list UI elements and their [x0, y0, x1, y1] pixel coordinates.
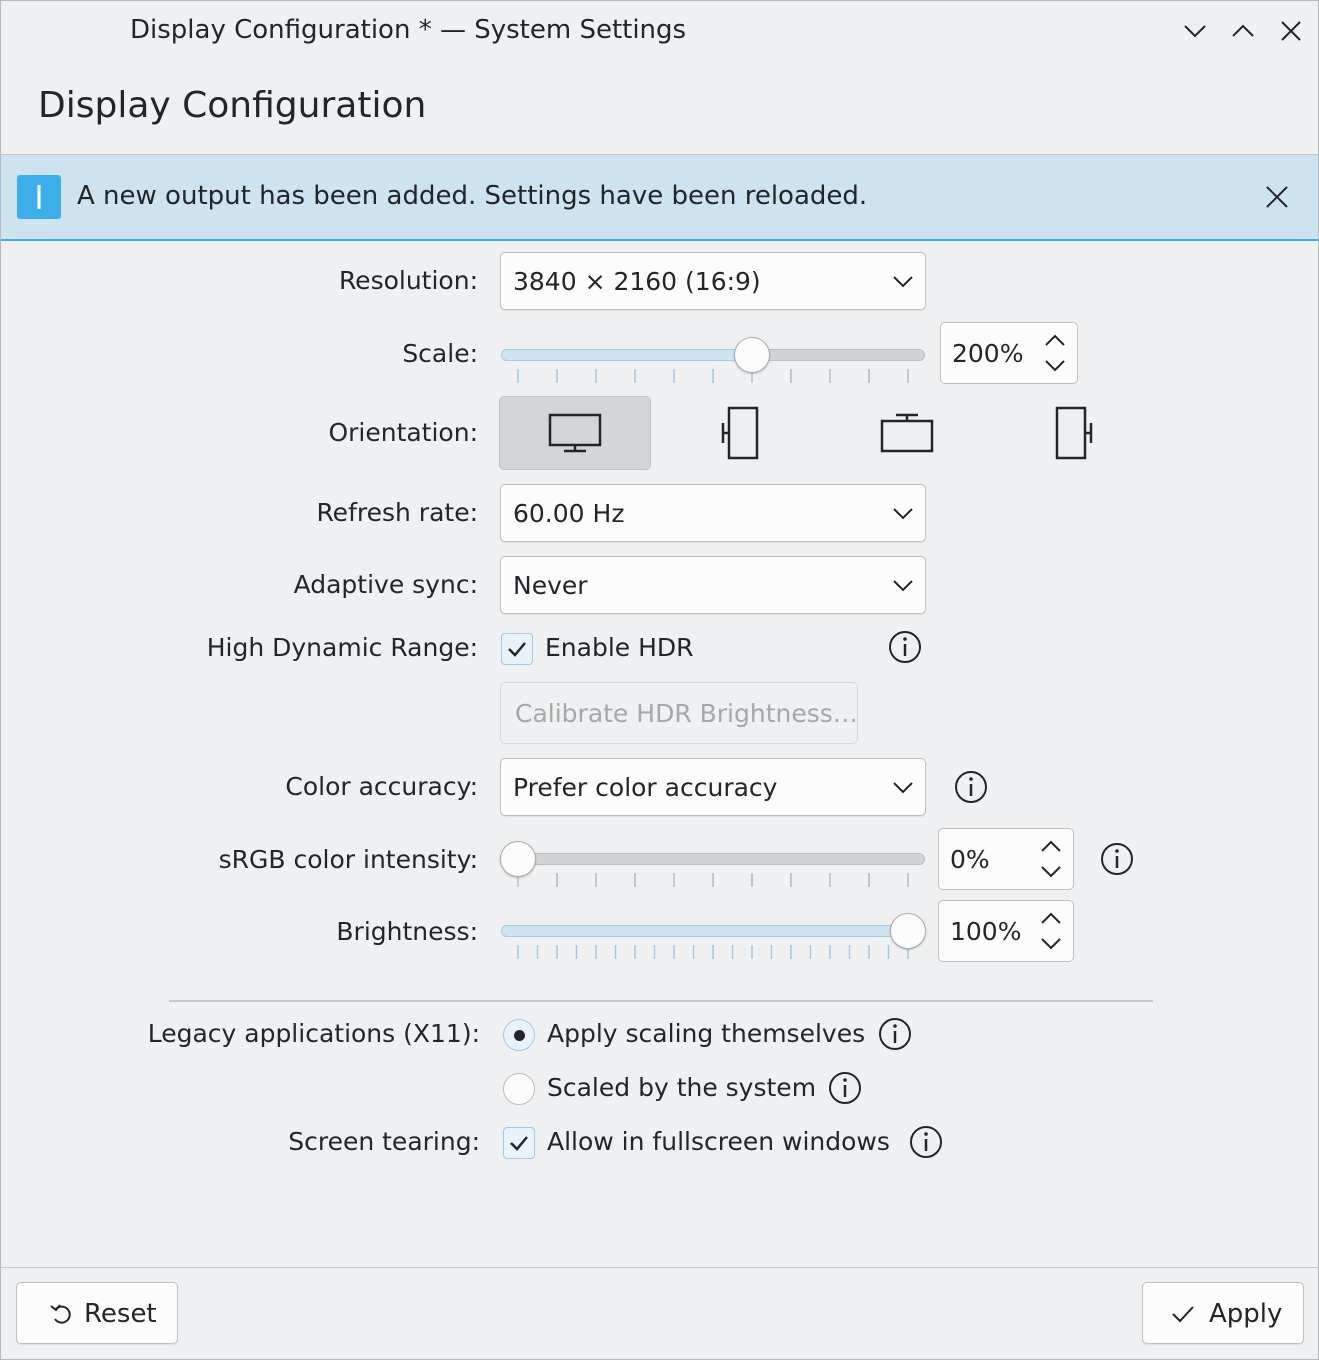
scale-slider[interactable]: [501, 331, 925, 383]
adaptive-sync-combobox[interactable]: Never: [500, 556, 926, 614]
spin-arrows-icon[interactable]: [1037, 909, 1065, 953]
close-icon: [1266, 186, 1288, 208]
adaptive-sync-value: Never: [513, 571, 588, 600]
undo-icon: [50, 1304, 71, 1324]
spin-arrows-icon[interactable]: [1041, 331, 1069, 375]
allow-tearing-label[interactable]: Allow in fullscreen windows: [547, 1127, 890, 1156]
system-settings-window: Display Configuration * — System Setting…: [0, 0, 1319, 1360]
refresh-rate-combobox[interactable]: 60.00 Hz: [500, 484, 926, 542]
slider-handle[interactable]: [500, 841, 536, 877]
section-separator: [169, 1000, 1153, 1002]
scale-label: Scale:: [402, 339, 478, 368]
monitor-portrait-right-icon: [1055, 406, 1093, 460]
monitor-landscape-icon: [548, 413, 602, 453]
allow-tearing-checkbox[interactable]: [503, 1127, 535, 1159]
scaled-by-system-radio[interactable]: [503, 1073, 535, 1105]
srgb-intensity-value: 0%: [950, 845, 990, 874]
screen-tearing-label: Screen tearing:: [288, 1127, 480, 1156]
slider-handle[interactable]: [890, 913, 926, 949]
slider-groove: [501, 853, 925, 865]
reset-button[interactable]: Reset: [16, 1282, 178, 1344]
scale-spinbox[interactable]: 200%: [940, 322, 1078, 384]
banner-message: A new output has been added. Settings ha…: [77, 181, 868, 211]
spin-arrows-icon[interactable]: [1037, 837, 1065, 881]
minimize-icon: [1184, 25, 1206, 38]
brightness-value: 100%: [950, 917, 1022, 946]
slider-ticks: [517, 369, 909, 383]
refresh-rate-value: 60.00 Hz: [513, 499, 625, 528]
window-title: Display Configuration * — System Setting…: [130, 15, 687, 45]
slider-ticks: [517, 873, 909, 887]
color-accuracy-info-icon[interactable]: [954, 770, 988, 804]
enable-hdr-label[interactable]: Enable HDR: [545, 633, 694, 662]
info-banner: A new output has been added. Settings ha…: [1, 155, 1318, 241]
hdr-info-icon[interactable]: [888, 630, 922, 664]
calibrate-hdr-button[interactable]: Calibrate HDR Brightness…: [500, 682, 858, 744]
legacy-apps-label: Legacy applications (X11):: [147, 1019, 480, 1048]
maximize-button[interactable]: [1227, 15, 1259, 47]
chevron-down-icon: [889, 773, 917, 801]
chevron-down-icon: [889, 267, 917, 295]
brightness-slider[interactable]: [501, 907, 926, 959]
resolution-combobox[interactable]: 3840 × 2160 (16:9): [500, 252, 926, 310]
chevron-down-icon: [889, 499, 917, 527]
resolution-label: Resolution:: [338, 266, 478, 295]
info-icon: [17, 175, 61, 219]
slider-fill: [501, 349, 752, 361]
apply-scaling-themselves-radio[interactable]: [503, 1019, 535, 1051]
radio-dot: [514, 1030, 525, 1041]
brightness-label: Brightness:: [336, 917, 478, 946]
close-icon: [1281, 21, 1301, 41]
scaled-by-system-info-icon[interactable]: [828, 1071, 862, 1105]
monitor-flipped-icon: [880, 413, 934, 453]
hdr-label: High Dynamic Range:: [206, 633, 478, 662]
srgb-intensity-slider[interactable]: [500, 835, 925, 887]
minimize-button[interactable]: [1179, 15, 1211, 47]
footer-bar: Reset Apply: [1, 1267, 1318, 1360]
page-header: Display Configuration: [1, 63, 1318, 155]
apply-label: Apply: [1209, 1299, 1283, 1329]
apply-scaling-themselves-label[interactable]: Apply scaling themselves: [547, 1019, 865, 1048]
checkmark-icon: [1172, 1306, 1194, 1323]
brightness-spinbox[interactable]: 100%: [938, 900, 1074, 962]
calibrate-hdr-label: Calibrate HDR Brightness…: [515, 699, 858, 728]
slider-fill: [501, 925, 908, 937]
chevron-down-icon: [889, 571, 917, 599]
close-window-button[interactable]: [1275, 15, 1307, 47]
srgb-info-icon[interactable]: [1100, 842, 1134, 876]
banner-close-button[interactable]: [1259, 179, 1295, 215]
resolution-value: 3840 × 2160 (16:9): [513, 267, 761, 296]
checkmark-icon: [510, 1136, 528, 1151]
orientation-landscape-button[interactable]: [499, 396, 651, 470]
orientation-label: Orientation:: [328, 418, 478, 447]
apply-scaling-info-icon[interactable]: [878, 1017, 912, 1051]
slider-ticks: [517, 945, 909, 959]
adaptive-sync-label: Adaptive sync:: [293, 570, 478, 599]
scaled-by-system-label[interactable]: Scaled by the system: [547, 1073, 816, 1102]
orientation-portrait-left-button[interactable]: [665, 396, 817, 470]
orientation-portrait-right-button[interactable]: [997, 396, 1149, 470]
maximize-icon: [1232, 24, 1254, 37]
scale-value: 200%: [952, 339, 1024, 368]
srgb-intensity-spinbox[interactable]: 0%: [938, 828, 1074, 890]
orientation-landscape-flipped-button[interactable]: [831, 396, 983, 470]
color-accuracy-value: Prefer color accuracy: [513, 773, 778, 802]
checkmark-icon: [508, 642, 526, 657]
enable-hdr-checkbox[interactable]: [501, 633, 533, 665]
color-accuracy-label: Color accuracy:: [285, 772, 478, 801]
refresh-rate-label: Refresh rate:: [316, 498, 478, 527]
monitor-portrait-left-icon: [721, 406, 759, 460]
apply-button[interactable]: Apply: [1142, 1282, 1304, 1344]
slider-handle[interactable]: [734, 337, 770, 373]
screen-tearing-info-icon[interactable]: [909, 1125, 943, 1159]
color-accuracy-combobox[interactable]: Prefer color accuracy: [500, 758, 926, 816]
page-title: Display Configuration: [38, 85, 427, 126]
title-bar[interactable]: Display Configuration * — System Setting…: [1, 1, 1318, 63]
reset-label: Reset: [84, 1299, 157, 1329]
srgb-intensity-label: sRGB color intensity:: [218, 845, 478, 874]
